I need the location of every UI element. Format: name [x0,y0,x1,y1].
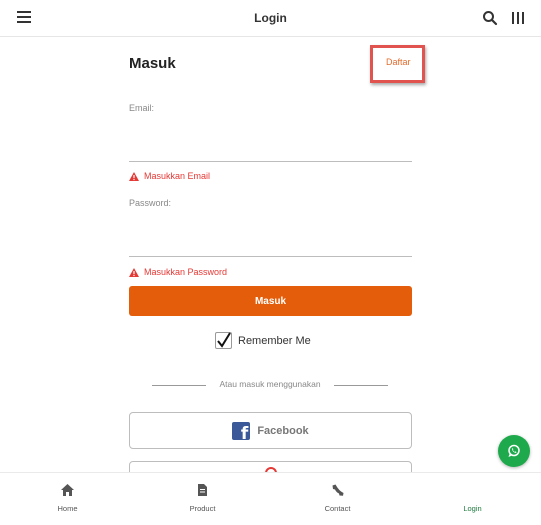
nav-item-product[interactable]: Product [135,473,270,525]
remember-me-checkbox[interactable]: Remember Me [215,332,311,349]
nav-label-contact: Contact [324,504,351,513]
remember-me-label: Remember Me [238,334,311,347]
nav-label-login: Login [463,504,482,513]
login-heading: Masuk [129,55,176,72]
whatsapp-button[interactable] [498,435,530,467]
divider-line-right [334,385,388,386]
facebook-icon: f [232,421,251,440]
phone-icon [270,484,405,498]
top-app-bar: Login [0,0,541,37]
search-icon[interactable] [482,10,498,26]
password-field[interactable] [129,217,412,257]
password-error: Masukkan Password [129,267,227,277]
nav-item-login[interactable]: Login [405,473,540,525]
checkmark-icon [217,332,231,348]
facebook-label: Facebook [257,424,309,437]
email-error-text: Masukkan Email [144,171,211,181]
email-label: Email: [129,103,155,113]
columns-icon[interactable] [511,11,525,25]
nav-item-contact[interactable]: Contact [270,473,405,525]
whatsapp-icon [508,444,520,457]
email-error: Masukkan Email [129,171,210,181]
divider-text: Atau masuk menggunakan [219,379,321,389]
nav-item-home[interactable]: Home [0,473,135,525]
home-icon [0,484,135,498]
password-error-text: Masukkan Password [144,267,228,277]
bottom-navigation: Home Product Contact Login [0,472,541,525]
warning-icon [129,171,139,181]
register-link[interactable]: Daftar [370,45,425,83]
submit-button[interactable]: Masuk [129,286,412,316]
email-field[interactable] [129,122,412,162]
nav-label-product: Product [189,504,216,513]
document-icon [135,484,270,498]
warning-icon [129,267,139,277]
nav-label-home: Home [57,504,78,513]
page-title: Login [254,11,287,25]
password-label: Password: [129,198,172,208]
alt-login-divider: Atau masuk menggunakan [152,379,388,391]
facebook-login-button[interactable]: f Facebook [129,412,412,449]
checkbox-box[interactable] [215,332,232,349]
